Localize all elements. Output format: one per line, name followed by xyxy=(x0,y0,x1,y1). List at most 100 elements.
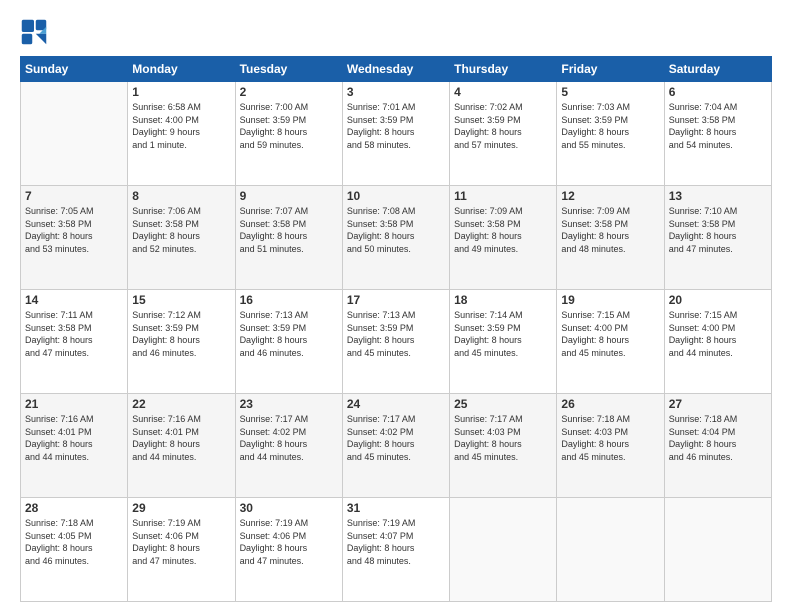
day-number: 8 xyxy=(132,189,230,203)
weekday-header-sunday: Sunday xyxy=(21,57,128,82)
day-number: 21 xyxy=(25,397,123,411)
day-number: 19 xyxy=(561,293,659,307)
day-number: 16 xyxy=(240,293,338,307)
cell-info: Sunrise: 7:15 AM Sunset: 4:00 PM Dayligh… xyxy=(561,309,659,359)
cell-info: Sunrise: 7:17 AM Sunset: 4:02 PM Dayligh… xyxy=(347,413,445,463)
calendar-cell: 26 Sunrise: 7:18 AM Sunset: 4:03 PM Dayli… xyxy=(557,394,664,498)
cell-info: Sunrise: 7:03 AM Sunset: 3:59 PM Dayligh… xyxy=(561,101,659,151)
cell-info: Sunrise: 7:19 AM Sunset: 4:07 PM Dayligh… xyxy=(347,517,445,567)
day-number: 11 xyxy=(454,189,552,203)
cell-info: Sunrise: 7:11 AM Sunset: 3:58 PM Dayligh… xyxy=(25,309,123,359)
logo xyxy=(20,18,50,46)
cell-info: Sunrise: 7:06 AM Sunset: 3:58 PM Dayligh… xyxy=(132,205,230,255)
calendar-cell: 9 Sunrise: 7:07 AM Sunset: 3:58 PM Daylig… xyxy=(235,186,342,290)
calendar-row-1: 7Sunrise: 7:05 AM Sunset: 3:58 PM Daylig… xyxy=(21,186,772,290)
header xyxy=(20,18,772,46)
day-number: 24 xyxy=(347,397,445,411)
day-number: 31 xyxy=(347,501,445,515)
weekday-header-thursday: Thursday xyxy=(450,57,557,82)
day-number: 20 xyxy=(669,293,767,307)
day-number: 29 xyxy=(132,501,230,515)
day-number: 12 xyxy=(561,189,659,203)
calendar-cell: 29 Sunrise: 7:19 AM Sunset: 4:06 PM Dayli… xyxy=(128,498,235,602)
calendar-cell xyxy=(557,498,664,602)
calendar-cell: 14 Sunrise: 7:11 AM Sunset: 3:58 PM Dayli… xyxy=(21,290,128,394)
calendar-cell: 16 Sunrise: 7:13 AM Sunset: 3:59 PM Dayli… xyxy=(235,290,342,394)
calendar-cell xyxy=(21,82,128,186)
calendar-cell: 10Sunrise: 7:08 AM Sunset: 3:58 PM Dayli… xyxy=(342,186,449,290)
calendar-cell: 1 Sunrise: 6:58 AM Sunset: 4:00 PM Daylig… xyxy=(128,82,235,186)
calendar-cell: 19 Sunrise: 7:15 AM Sunset: 4:00 PM Dayli… xyxy=(557,290,664,394)
cell-info: Sunrise: 7:18 AM Sunset: 4:05 PM Dayligh… xyxy=(25,517,123,567)
cell-info: Sunrise: 7:13 AM Sunset: 3:59 PM Dayligh… xyxy=(347,309,445,359)
calendar-cell: 30 Sunrise: 7:19 AM Sunset: 4:06 PM Dayli… xyxy=(235,498,342,602)
cell-info: Sunrise: 7:19 AM Sunset: 4:06 PM Dayligh… xyxy=(240,517,338,567)
day-number: 18 xyxy=(454,293,552,307)
cell-info: Sunrise: 7:19 AM Sunset: 4:06 PM Dayligh… xyxy=(132,517,230,567)
day-number: 4 xyxy=(454,85,552,99)
day-number: 27 xyxy=(669,397,767,411)
cell-info: Sunrise: 7:09 AM Sunset: 3:58 PM Dayligh… xyxy=(561,205,659,255)
logo-icon xyxy=(20,18,48,46)
calendar-cell: 2 Sunrise: 7:00 AM Sunset: 3:59 PM Daylig… xyxy=(235,82,342,186)
calendar-cell: 20Sunrise: 7:15 AM Sunset: 4:00 PM Dayli… xyxy=(664,290,771,394)
calendar-row-3: 21 Sunrise: 7:16 AM Sunset: 4:01 PM Dayli… xyxy=(21,394,772,498)
cell-info: Sunrise: 7:18 AM Sunset: 4:04 PM Dayligh… xyxy=(669,413,767,463)
day-number: 2 xyxy=(240,85,338,99)
cell-info: Sunrise: 7:13 AM Sunset: 3:59 PM Dayligh… xyxy=(240,309,338,359)
cell-info: Sunrise: 7:14 AM Sunset: 3:59 PM Dayligh… xyxy=(454,309,552,359)
cell-info: Sunrise: 7:10 AM Sunset: 3:58 PM Dayligh… xyxy=(669,205,767,255)
day-number: 9 xyxy=(240,189,338,203)
day-number: 3 xyxy=(347,85,445,99)
cell-info: Sunrise: 7:09 AM Sunset: 3:58 PM Dayligh… xyxy=(454,205,552,255)
day-number: 14 xyxy=(25,293,123,307)
cell-info: Sunrise: 7:17 AM Sunset: 4:03 PM Dayligh… xyxy=(454,413,552,463)
weekday-header-monday: Monday xyxy=(128,57,235,82)
day-number: 6 xyxy=(669,85,767,99)
calendar-cell: 22 Sunrise: 7:16 AM Sunset: 4:01 PM Dayli… xyxy=(128,394,235,498)
cell-info: Sunrise: 7:02 AM Sunset: 3:59 PM Dayligh… xyxy=(454,101,552,151)
cell-info: Sunrise: 7:16 AM Sunset: 4:01 PM Dayligh… xyxy=(132,413,230,463)
calendar-cell: 3 Sunrise: 7:01 AM Sunset: 3:59 PM Daylig… xyxy=(342,82,449,186)
weekday-header-saturday: Saturday xyxy=(664,57,771,82)
calendar-row-0: 1 Sunrise: 6:58 AM Sunset: 4:00 PM Daylig… xyxy=(21,82,772,186)
day-number: 5 xyxy=(561,85,659,99)
day-number: 10 xyxy=(347,189,445,203)
weekday-header-friday: Friday xyxy=(557,57,664,82)
calendar-cell: 8 Sunrise: 7:06 AM Sunset: 3:58 PM Daylig… xyxy=(128,186,235,290)
calendar-cell: 24 Sunrise: 7:17 AM Sunset: 4:02 PM Dayli… xyxy=(342,394,449,498)
calendar-cell: 4 Sunrise: 7:02 AM Sunset: 3:59 PM Daylig… xyxy=(450,82,557,186)
day-number: 23 xyxy=(240,397,338,411)
day-number: 28 xyxy=(25,501,123,515)
cell-info: Sunrise: 6:58 AM Sunset: 4:00 PM Dayligh… xyxy=(132,101,230,151)
calendar-cell xyxy=(450,498,557,602)
calendar-row-4: 28 Sunrise: 7:18 AM Sunset: 4:05 PM Dayli… xyxy=(21,498,772,602)
calendar-cell: 23 Sunrise: 7:17 AM Sunset: 4:02 PM Dayli… xyxy=(235,394,342,498)
cell-info: Sunrise: 7:16 AM Sunset: 4:01 PM Dayligh… xyxy=(25,413,123,463)
calendar-cell: 5 Sunrise: 7:03 AM Sunset: 3:59 PM Daylig… xyxy=(557,82,664,186)
day-number: 1 xyxy=(132,85,230,99)
weekday-header-wednesday: Wednesday xyxy=(342,57,449,82)
calendar-cell: 17 Sunrise: 7:13 AM Sunset: 3:59 PM Dayli… xyxy=(342,290,449,394)
day-number: 13 xyxy=(669,189,767,203)
calendar-cell: 7Sunrise: 7:05 AM Sunset: 3:58 PM Daylig… xyxy=(21,186,128,290)
calendar-cell: 28 Sunrise: 7:18 AM Sunset: 4:05 PM Dayli… xyxy=(21,498,128,602)
day-number: 15 xyxy=(132,293,230,307)
cell-info: Sunrise: 7:00 AM Sunset: 3:59 PM Dayligh… xyxy=(240,101,338,151)
calendar-cell: 11 Sunrise: 7:09 AM Sunset: 3:58 PM Dayli… xyxy=(450,186,557,290)
calendar-cell: 25Sunrise: 7:17 AM Sunset: 4:03 PM Dayli… xyxy=(450,394,557,498)
cell-info: Sunrise: 7:01 AM Sunset: 3:59 PM Dayligh… xyxy=(347,101,445,151)
calendar-row-2: 14 Sunrise: 7:11 AM Sunset: 3:58 PM Dayli… xyxy=(21,290,772,394)
day-number: 30 xyxy=(240,501,338,515)
day-number: 22 xyxy=(132,397,230,411)
day-number: 26 xyxy=(561,397,659,411)
calendar-cell: 18 Sunrise: 7:14 AM Sunset: 3:59 PM Dayli… xyxy=(450,290,557,394)
cell-info: Sunrise: 7:17 AM Sunset: 4:02 PM Dayligh… xyxy=(240,413,338,463)
cell-info: Sunrise: 7:04 AM Sunset: 3:58 PM Dayligh… xyxy=(669,101,767,151)
day-number: 17 xyxy=(347,293,445,307)
calendar-cell: 31 Sunrise: 7:19 AM Sunset: 4:07 PM Dayli… xyxy=(342,498,449,602)
calendar-cell: 21 Sunrise: 7:16 AM Sunset: 4:01 PM Dayli… xyxy=(21,394,128,498)
cell-info: Sunrise: 7:18 AM Sunset: 4:03 PM Dayligh… xyxy=(561,413,659,463)
cell-info: Sunrise: 7:07 AM Sunset: 3:58 PM Dayligh… xyxy=(240,205,338,255)
calendar-cell: 13 Sunrise: 7:10 AM Sunset: 3:58 PM Dayli… xyxy=(664,186,771,290)
